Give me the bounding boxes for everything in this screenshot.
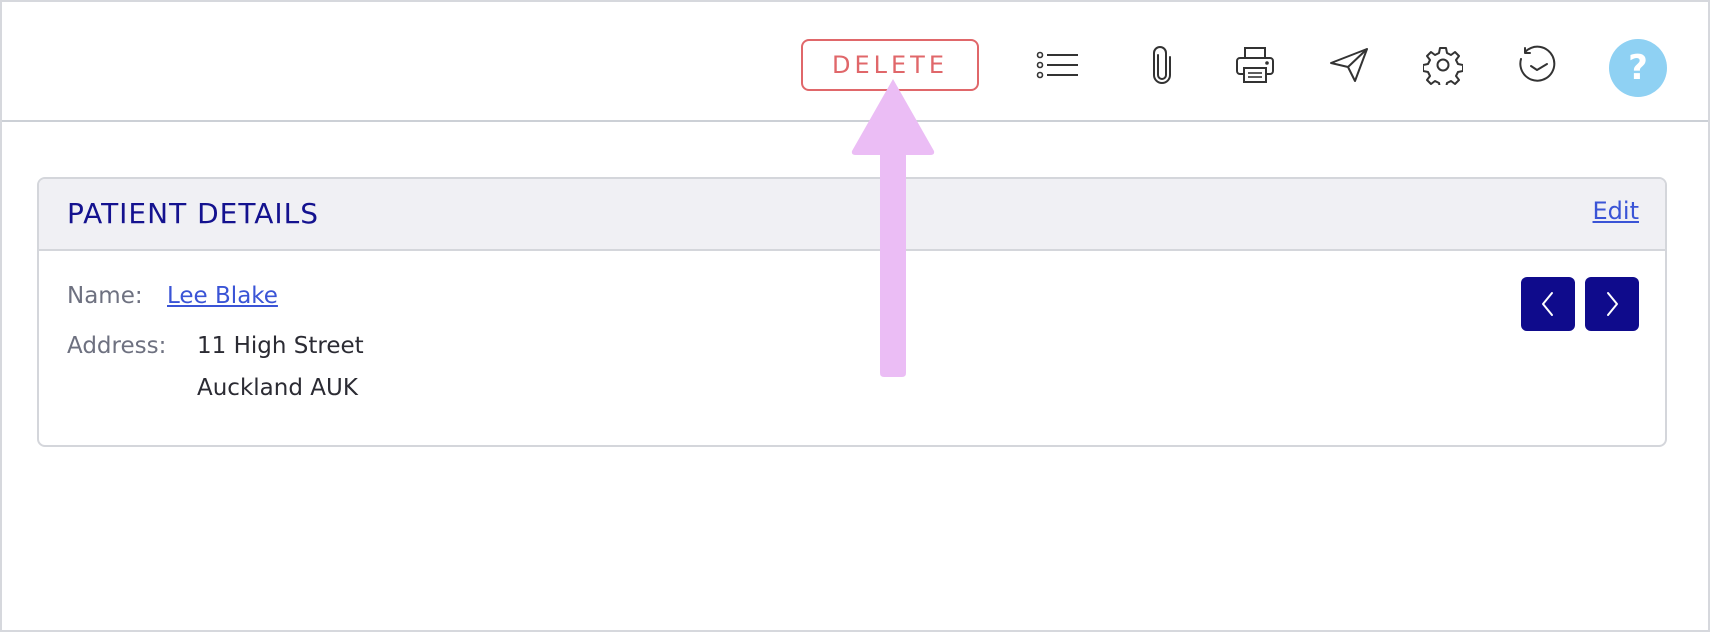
send-icon[interactable] [1325, 41, 1373, 89]
chevron-right-icon [1607, 292, 1618, 316]
list-icon[interactable] [1034, 41, 1082, 89]
delete-button[interactable]: DELETE [801, 39, 979, 91]
chevron-left-icon [1542, 292, 1553, 316]
address-line-2: Auckland AUK [197, 375, 358, 401]
name-label: Name: [67, 283, 143, 309]
history-icon[interactable] [1513, 41, 1561, 89]
help-button[interactable]: ? [1609, 39, 1667, 97]
edit-link[interactable]: Edit [1593, 197, 1639, 225]
patient-details-card: PATIENT DETAILS Edit Name: Lee Blake Add… [37, 177, 1667, 447]
patient-name-link[interactable]: Lee Blake [167, 283, 278, 309]
card-header: PATIENT DETAILS Edit [39, 179, 1665, 251]
app-window: DELETE ? PATIENT DETAILS Edit Name: Lee … [0, 0, 1710, 632]
printer-icon[interactable] [1231, 41, 1279, 89]
next-button[interactable] [1585, 277, 1639, 331]
address-line-1: 11 High Street [197, 333, 364, 359]
previous-button[interactable] [1521, 277, 1575, 331]
address-label: Address: [67, 333, 167, 359]
toolbar: DELETE ? [2, 2, 1708, 122]
paperclip-icon[interactable] [1138, 41, 1186, 89]
gear-icon[interactable] [1419, 41, 1467, 89]
card-title: PATIENT DETAILS [67, 197, 320, 230]
